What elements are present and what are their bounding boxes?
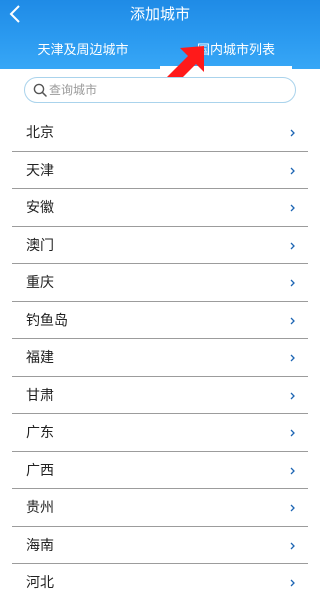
chevron-right-icon [290,279,295,287]
chevron-right-icon [290,354,295,362]
city-list-item[interactable]: 北京 [12,114,308,152]
chevron-right-icon [290,542,295,549]
tab-nearby-cities[interactable]: 天津及周边城市 [18,40,148,62]
city-name: 澳门 [26,237,54,254]
city-name: 钓鱼岛 [26,312,68,329]
back-button[interactable] [4,2,26,26]
search-icon [33,83,47,97]
city-list-item[interactable]: 贵州 [12,489,308,527]
city-list-item[interactable]: 澳门 [12,227,308,264]
chevron-right-icon [290,504,295,512]
search-box[interactable] [24,77,296,103]
chevron-right-icon [290,467,295,474]
city-name: 海南 [26,537,54,554]
city-list-item[interactable]: 钓鱼岛 [12,302,308,339]
city-list-item[interactable]: 重庆 [12,264,308,302]
chevron-right-icon [290,429,295,437]
search-input[interactable] [49,79,295,101]
city-list-item[interactable]: 河北 [12,564,308,600]
city-name: 甘肃 [26,387,54,404]
city-name: 福建 [26,350,54,367]
chevron-right-icon [290,579,295,587]
chevron-right-icon [290,129,295,137]
city-list-item[interactable]: 广东 [12,414,308,452]
city-list-item[interactable]: 福建 [12,339,308,377]
city-name: 河北 [26,575,54,592]
page-title: 添加城市 [129,5,190,23]
city-list-item[interactable]: 广西 [12,452,308,489]
chevron-right-icon [290,317,295,324]
city-list: 北京天津安徽澳门重庆钓鱼岛福建甘肃广东广西贵州海南河北 [12,114,308,600]
city-name: 重庆 [26,275,54,292]
city-list-item[interactable]: 天津 [12,152,308,189]
city-name: 天津 [26,162,54,179]
city-name: 北京 [26,125,54,142]
city-list-item[interactable]: 海南 [12,527,308,564]
chevron-right-icon [290,392,295,399]
city-name: 贵州 [26,500,54,517]
city-name: 广东 [26,425,54,442]
city-list-item[interactable]: 安徽 [12,189,308,227]
city-list-item[interactable]: 甘肃 [12,377,308,414]
chevron-right-icon [290,204,295,212]
city-name: 广西 [26,462,54,479]
chevron-right-icon [290,242,295,249]
chevron-right-icon [290,167,295,174]
chevron-left-icon [9,5,20,23]
city-name: 安徽 [26,200,54,217]
